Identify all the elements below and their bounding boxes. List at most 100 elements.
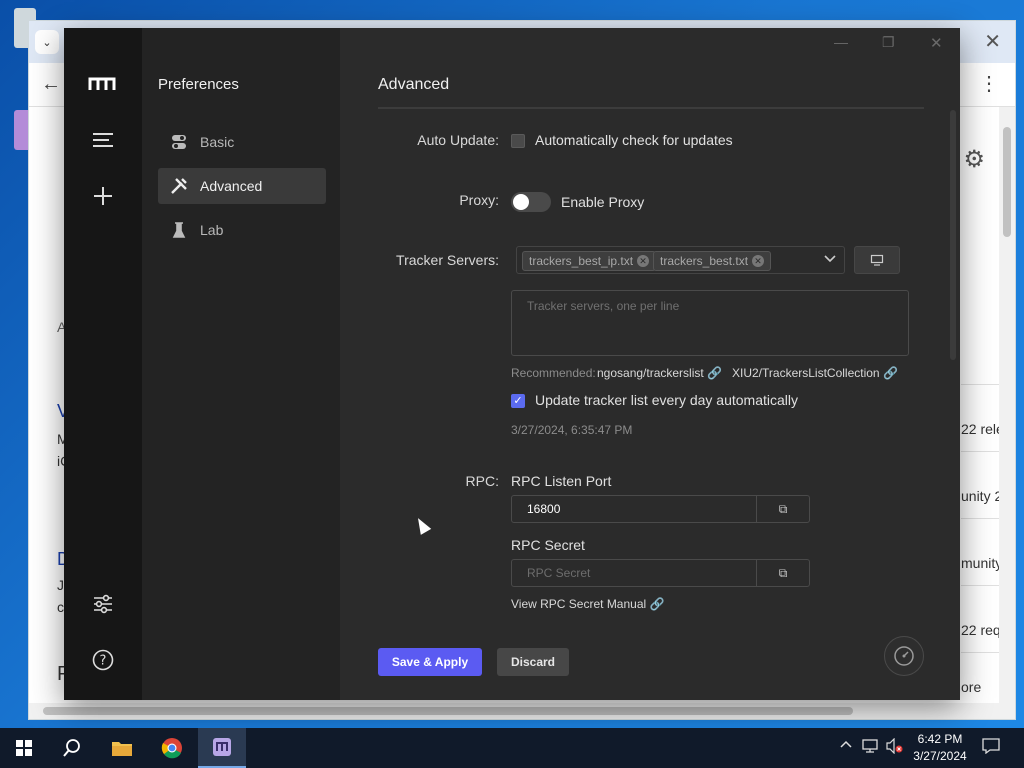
content-scrollbar[interactable] bbox=[950, 110, 956, 360]
proxy-toggle[interactable] bbox=[511, 192, 551, 212]
auto-update-checkbox[interactable] bbox=[511, 134, 525, 148]
motrix-taskbar-button[interactable] bbox=[198, 728, 246, 768]
chrome-icon bbox=[161, 738, 182, 759]
notifications-icon[interactable] bbox=[982, 738, 1000, 757]
preferences-icon[interactable] bbox=[64, 584, 142, 624]
taskbar-clock[interactable]: 6:42 PM 3/27/2024 bbox=[906, 731, 974, 765]
discard-button[interactable]: Discard bbox=[497, 648, 569, 676]
remove-tag-icon[interactable]: ✕ bbox=[637, 255, 650, 267]
tracker-last-updated: 3/27/2024, 6:35:47 PM bbox=[511, 423, 633, 437]
rpc-port-input[interactable]: 16800 bbox=[511, 495, 757, 523]
search-icon bbox=[63, 739, 80, 757]
remove-tag-icon[interactable]: ✕ bbox=[752, 255, 765, 267]
rpc-port-randomize-button[interactable]: ⧉ bbox=[756, 495, 810, 523]
dice-icon: ⧉ bbox=[778, 501, 788, 516]
rpc-port-label: RPC Listen Port bbox=[511, 473, 612, 489]
external-link-icon: 🔗 bbox=[707, 366, 723, 380]
tracker-source-select[interactable]: trackers_best_ip.txt ✕ trackers_best.txt… bbox=[516, 246, 845, 274]
external-link-icon: 🔗 bbox=[882, 366, 898, 380]
sidebar-item-label: Advanced bbox=[200, 178, 263, 194]
recommended-link-ngosang[interactable]: ngosang/trackerslist 🔗 bbox=[597, 366, 722, 380]
update-trackers-checkbox-label[interactable]: Update tracker list every day automatica… bbox=[535, 392, 798, 408]
preferences-content: — ❐ ✕ Advanced Auto Update: Automaticall… bbox=[340, 28, 960, 700]
network-icon[interactable] bbox=[862, 738, 878, 757]
help-icon[interactable]: ? bbox=[64, 640, 142, 680]
close-icon[interactable]: ✕ bbox=[930, 34, 943, 52]
browser-close-icon[interactable]: ✕ bbox=[984, 29, 1001, 54]
motrix-icon bbox=[213, 738, 231, 756]
sidebar-item-label: Basic bbox=[200, 134, 235, 150]
gear-icon[interactable]: ⚙ bbox=[963, 145, 985, 174]
sidebar-item-basic[interactable]: Basic bbox=[158, 124, 326, 160]
auto-update-checkbox-label[interactable]: Automatically check for updates bbox=[535, 132, 733, 148]
rpc-label: RPC: bbox=[465, 473, 499, 489]
sidebar-item-lab[interactable]: Lab bbox=[158, 212, 326, 248]
tag-label: trackers_best_ip.txt bbox=[529, 254, 634, 268]
chrome-button[interactable] bbox=[148, 728, 196, 768]
motrix-window: ? Preferences Basic Advanced Lab — ❐ ✕ A… bbox=[64, 28, 960, 700]
rpc-secret-manual-link[interactable]: View RPC Secret Manual 🔗 bbox=[511, 597, 664, 611]
page-snippet: J bbox=[57, 577, 64, 593]
divider bbox=[378, 107, 924, 109]
preferences-sidebar: Preferences Basic Advanced Lab bbox=[142, 28, 340, 700]
back-arrow-icon[interactable]: ← bbox=[41, 73, 61, 96]
save-apply-button[interactable]: Save & Apply bbox=[378, 648, 482, 676]
tools-icon bbox=[170, 177, 188, 195]
chevron-down-icon[interactable] bbox=[824, 252, 836, 267]
browser-menu-icon[interactable]: ⋮ bbox=[979, 71, 999, 96]
page-title: Advanced bbox=[378, 76, 450, 93]
flask-icon bbox=[170, 221, 188, 239]
show-hidden-icons[interactable] bbox=[840, 738, 852, 754]
page-snippet: ore bbox=[961, 679, 982, 695]
page-snippet: 22 rele bbox=[961, 421, 1004, 437]
speed-limit-button[interactable] bbox=[884, 636, 924, 676]
scroll-thumb[interactable] bbox=[43, 707, 853, 715]
page-snippet: munity bbox=[961, 555, 1003, 571]
svg-text:?: ? bbox=[100, 654, 107, 669]
rpc-secret-label: RPC Secret bbox=[511, 537, 585, 553]
link-label: XIU2/TrackersListCollection bbox=[732, 366, 880, 380]
rpc-secret-input[interactable]: RPC Secret bbox=[511, 559, 757, 587]
auto-update-label: Auto Update: bbox=[417, 132, 499, 148]
clock-date: 3/27/2024 bbox=[913, 749, 967, 763]
sidebar-item-advanced[interactable]: Advanced bbox=[158, 168, 326, 204]
scroll-thumb[interactable] bbox=[1003, 127, 1011, 237]
taskbar: 6:42 PM 3/27/2024 bbox=[0, 728, 1024, 768]
sync-trackers-button[interactable] bbox=[854, 246, 900, 274]
minimize-icon[interactable]: — bbox=[834, 34, 848, 50]
recommended-link-xiu2[interactable]: XIU2/TrackersListCollection 🔗 bbox=[732, 366, 898, 380]
dice-icon: ⧉ bbox=[778, 565, 788, 580]
clock-time: 6:42 PM bbox=[917, 732, 963, 746]
tab-search-button[interactable]: ⌄ bbox=[35, 30, 59, 54]
windows-start-button[interactable] bbox=[0, 728, 48, 768]
add-task-icon[interactable] bbox=[64, 176, 142, 216]
search-button[interactable] bbox=[48, 728, 96, 768]
divider bbox=[961, 451, 1001, 452]
speedometer-icon bbox=[894, 646, 914, 666]
browser-vertical-scrollbar[interactable] bbox=[999, 107, 1015, 705]
folder-icon bbox=[112, 742, 132, 756]
sidebar-title: Preferences bbox=[158, 76, 239, 93]
file-explorer-button[interactable] bbox=[98, 728, 146, 768]
divider bbox=[961, 585, 1001, 586]
browser-horizontal-scrollbar[interactable] bbox=[29, 703, 1015, 719]
tracker-source-tag: trackers_best_ip.txt ✕ bbox=[522, 251, 657, 271]
volume-muted-icon[interactable] bbox=[886, 737, 904, 757]
toggle-knob bbox=[513, 194, 529, 210]
update-trackers-checkbox[interactable]: ✓ bbox=[511, 394, 525, 408]
proxy-toggle-label: Enable Proxy bbox=[561, 194, 645, 210]
maximize-icon[interactable]: ❐ bbox=[882, 34, 895, 51]
rpc-secret-generate-button[interactable]: ⧉ bbox=[756, 559, 810, 587]
proxy-label: Proxy: bbox=[459, 192, 499, 208]
chevron-up-icon bbox=[840, 740, 852, 748]
windows-logo-icon bbox=[16, 740, 32, 756]
link-label: View RPC Secret Manual bbox=[511, 597, 647, 611]
divider bbox=[961, 652, 1001, 653]
tracker-servers-label: Tracker Servers: bbox=[396, 252, 499, 268]
tracker-source-tag: trackers_best.txt ✕ bbox=[653, 251, 772, 271]
task-list-icon[interactable] bbox=[64, 120, 142, 160]
page-snippet: c bbox=[57, 599, 64, 615]
tracker-servers-textarea[interactable]: Tracker servers, one per line bbox=[511, 290, 909, 356]
recommended-label: Recommended: bbox=[511, 366, 596, 380]
link-label: ngosang/trackerslist bbox=[597, 366, 704, 380]
